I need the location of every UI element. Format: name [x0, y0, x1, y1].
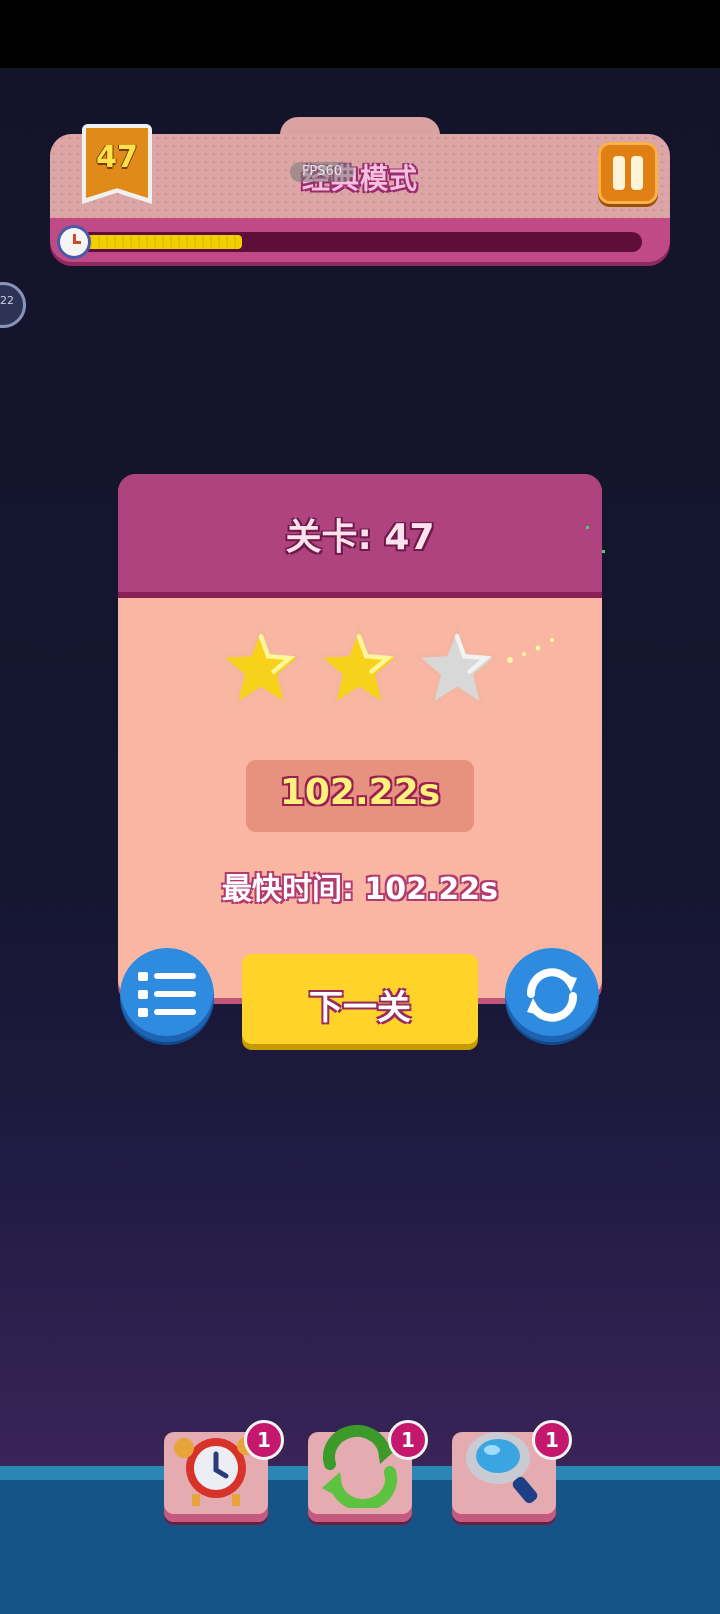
tool-shuffle-count: 1 [388, 1420, 428, 1460]
clock-icon [60, 228, 88, 256]
pause-icon-bar [631, 156, 643, 190]
time-progress-bar [70, 232, 642, 252]
sparkle-icon [507, 638, 554, 663]
dialog-header: 关卡: 47 [118, 474, 602, 598]
next-level-label: 下一关 [309, 988, 411, 1028]
next-level-button[interactable]: 下一关 [242, 954, 478, 1044]
level-list-button[interactable] [120, 948, 214, 1042]
star-icon-1 [218, 625, 304, 707]
refresh-icon [527, 968, 577, 1022]
list-icon [138, 972, 196, 1017]
level-complete-dialog: 关卡: 47 102.22s 最快时间: 102.22s [118, 474, 602, 998]
tool-alarm-clock-count: 1 [244, 1420, 284, 1460]
fps-counter: FPS60 [290, 162, 354, 182]
sparkle-icon-small [586, 526, 605, 553]
dialog-title: 关卡: 47 [285, 517, 435, 558]
star-icon-2 [316, 625, 402, 707]
time-result: 102.22s [279, 772, 441, 813]
tool-magnifier-count: 1 [532, 1420, 572, 1460]
status-bar [0, 0, 720, 68]
time-progress-fill [84, 235, 242, 249]
side-bubble-label: 22 [0, 294, 14, 307]
best-time-label: 最快时间: 102.22s [221, 872, 499, 907]
time-result-box: 102.22s [246, 760, 474, 832]
level-number: 47 [96, 140, 138, 175]
pause-button[interactable] [598, 142, 658, 204]
star-icon-3-empty [414, 625, 500, 707]
pause-icon [613, 156, 625, 190]
replay-button[interactable] [505, 948, 599, 1042]
